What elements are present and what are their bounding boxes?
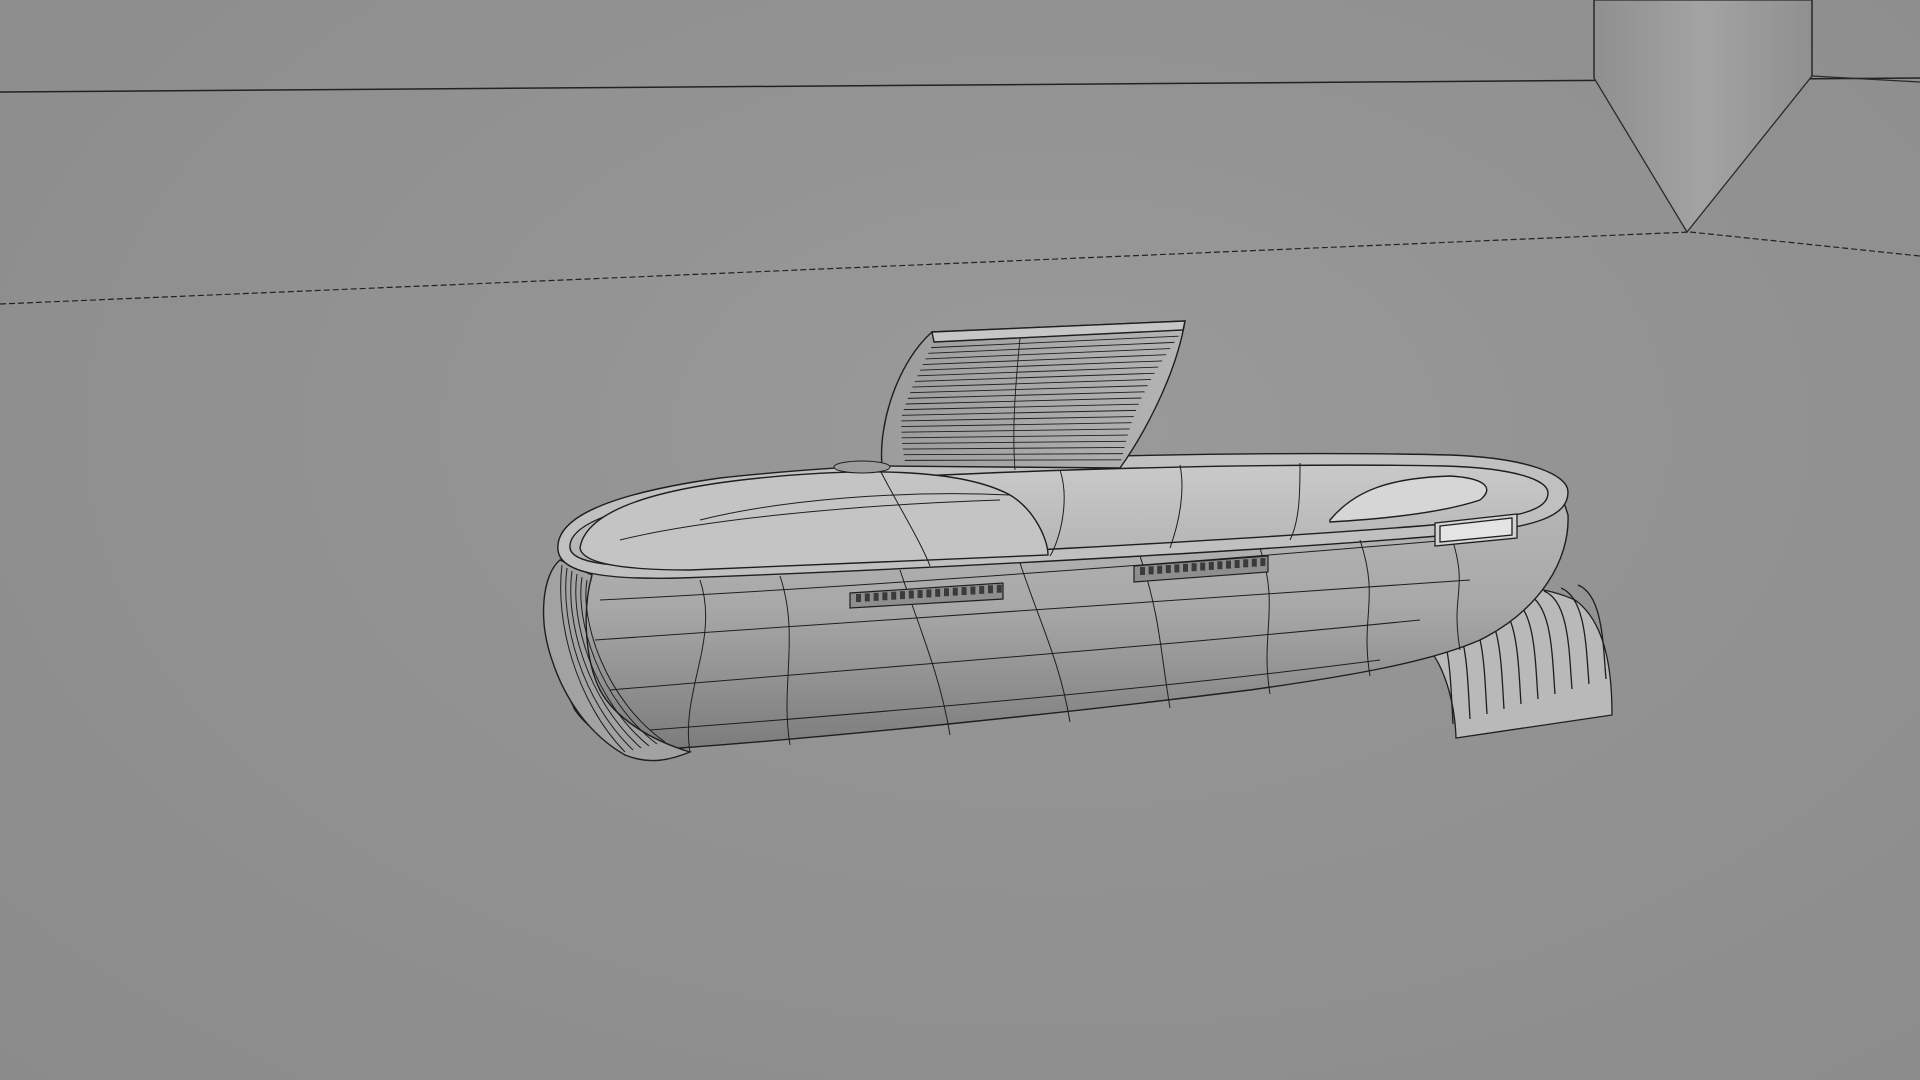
hatch-door	[880, 320, 1186, 471]
3d-viewport[interactable]	[0, 0, 1920, 1080]
hull	[542, 452, 1569, 762]
funnel-prop	[1593, 0, 1920, 234]
scene-render	[0, 0, 1920, 762]
